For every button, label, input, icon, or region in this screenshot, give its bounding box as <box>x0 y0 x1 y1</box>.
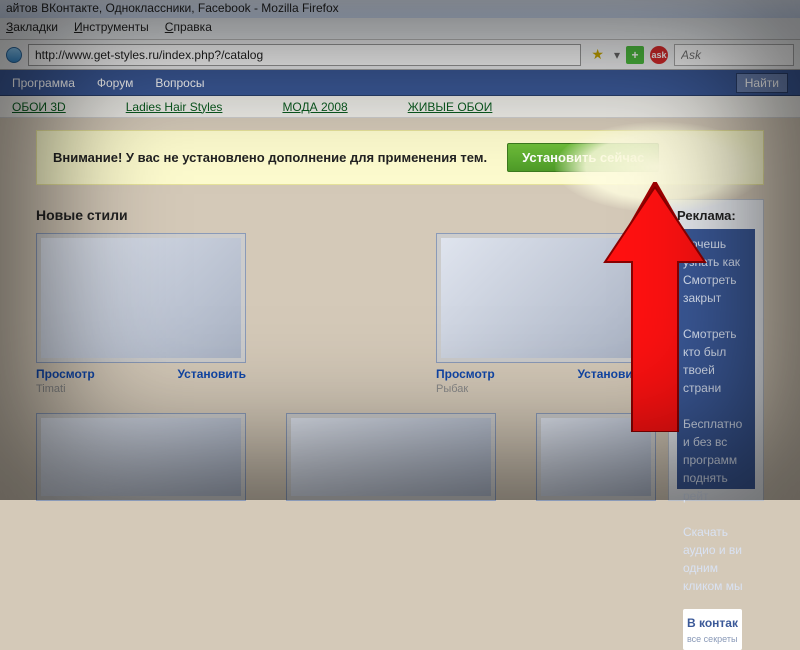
address-bar: http://www.get-styles.ru/index.php?/cata… <box>0 40 800 70</box>
link-live[interactable]: ЖИВЫЕ ОБОИ <box>408 100 493 114</box>
style-thumbnail[interactable] <box>36 233 246 363</box>
browser-menubar: Закладки Инструменты Справка <box>0 18 800 40</box>
site-navbar: Программа Форум Вопросы Найти <box>0 70 800 96</box>
ad-box[interactable]: Хочешь узнать как Смотреть закрыт Смотре… <box>677 229 755 489</box>
dropdown-icon[interactable]: ▾ <box>614 48 620 62</box>
menu-help[interactable]: Справка <box>165 20 212 37</box>
bookmark-star-icon[interactable]: ★ <box>591 46 604 63</box>
view-link[interactable]: Просмотр <box>36 367 95 381</box>
ask-search-input[interactable] <box>674 44 794 66</box>
sidebar: Реклама: Хочешь узнать как Смотреть закр… <box>668 199 764 501</box>
nav-questions[interactable]: Вопросы <box>155 76 204 90</box>
style-thumbnail[interactable] <box>436 233 646 363</box>
link-ladies[interactable]: Ladies Hair Styles <box>126 100 223 114</box>
window-titlebar: айтов ВКонтакте, Одноклассники, Facebook… <box>0 0 800 18</box>
install-link[interactable]: Установить <box>577 367 646 381</box>
style-title: Timati <box>36 383 246 395</box>
install-alert: Внимание! У вас не установлено дополнени… <box>36 130 764 185</box>
style-thumbnail[interactable] <box>36 413 246 501</box>
find-button[interactable]: Найти <box>736 73 788 93</box>
style-card: Просмотр Установить Рыбак <box>436 233 646 395</box>
install-link[interactable]: Установить <box>177 367 246 381</box>
nav-forum[interactable]: Форум <box>97 76 133 90</box>
add-tab-icon[interactable]: + <box>626 46 644 64</box>
view-link[interactable]: Просмотр <box>436 367 495 381</box>
install-now-button[interactable]: Установить сейчас <box>507 143 659 172</box>
style-title: Рыбак <box>436 383 646 395</box>
alert-text: Внимание! У вас не установлено дополнени… <box>53 150 487 165</box>
url-input[interactable]: http://www.get-styles.ru/index.php?/cata… <box>28 44 581 66</box>
nav-program[interactable]: Программа <box>12 76 75 90</box>
sidebar-title: Реклама: <box>677 208 755 223</box>
menu-tools[interactable]: Инструменты <box>74 20 149 37</box>
vk-logo: В контак все секреты <box>683 609 742 650</box>
menu-bookmarks[interactable]: Закладки <box>6 20 58 37</box>
style-thumbnail[interactable] <box>536 413 656 501</box>
link-moda[interactable]: МОДА 2008 <box>282 100 347 114</box>
style-thumbnail[interactable] <box>286 413 496 501</box>
section-title-new: Новые стили <box>36 207 656 223</box>
site-icon <box>6 47 22 63</box>
sponsored-links: ОБОИ 3D Ladies Hair Styles МОДА 2008 ЖИВ… <box>0 96 800 118</box>
link-wallpaper3d[interactable]: ОБОИ 3D <box>12 100 66 114</box>
style-card: Просмотр Установить Timati <box>36 233 246 395</box>
ask-logo-icon: ask <box>650 46 668 64</box>
ad-text: Хочешь узнать как Смотреть закрыт Смотре… <box>683 235 749 595</box>
